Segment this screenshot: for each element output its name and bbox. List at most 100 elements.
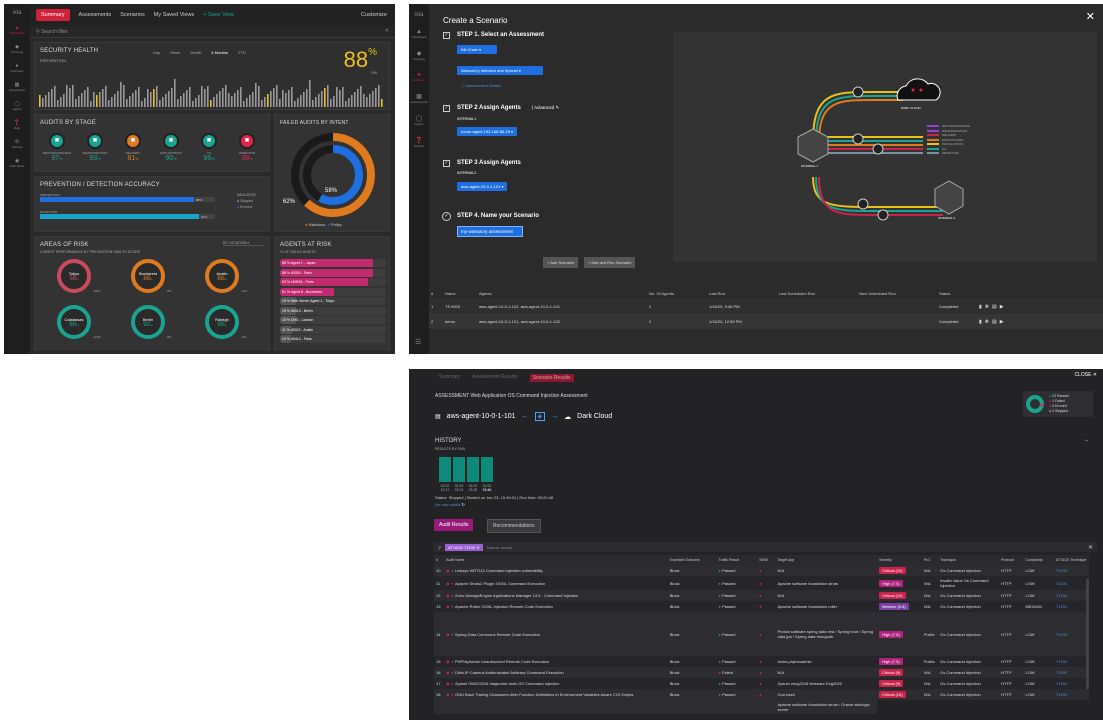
tab-assessment-results[interactable]: Assessment Results [472,374,517,382]
stage-item[interactable]: ■ RECONNAISSANCE 97% [39,133,75,162]
expand-icon[interactable]: › [452,681,453,686]
save-view-button[interactable]: + Save View [203,12,234,18]
recommendations-button[interactable]: Recommendations [487,519,541,533]
chart-icon[interactable]: ▮ [979,304,982,310]
agent-row[interactable]: 88 % d3000 - Paris [280,268,386,277]
column-header[interactable]: SIEM [757,555,775,565]
rail-item-scenarios[interactable]: ● Scenarios [4,63,30,73]
add-scenario-button[interactable]: + Add Scenario [543,257,579,268]
agent1-dropdown[interactable]: home-agent-192-168-86-25 ▾ [457,127,518,136]
location-filter[interactable]: BY LOCATION ▾ [223,241,263,246]
expand-icon[interactable]: › [452,581,453,586]
rail-item-settings[interactable]: ❓ Settings [409,137,429,148]
step2-checkbox[interactable]: ✓ [443,105,450,112]
rail-item-topology[interactable]: ◆ Topology [409,50,429,61]
city-item[interactable]: Tokyo 58% -51% [43,259,117,299]
column-header[interactable]: Complexity [1023,555,1053,565]
expand-icon[interactable]: › [452,692,453,697]
scrollbar[interactable] [1086,579,1089,689]
rail-item-dark-mode[interactable]: ◉ Dark Mode [4,158,30,168]
rail-item-settings[interactable]: ⚙ Settings [4,139,30,149]
agent2-dropdown[interactable]: aws-agent-10-0-1-101 ▾ [457,182,508,191]
step4-checkbox[interactable]: ✓ [442,212,451,221]
column-header[interactable]: Audit Name [444,555,668,565]
table-row[interactable]: 18 ◉ › GNU Bash Trailing Characters After F… [434,689,1089,700]
advanced-toggle[interactable]: | Advanced ✎ [532,105,559,111]
rail-item-agents[interactable]: ◯ Agents [409,115,429,126]
agent-row[interactable]: 83 % UDR45 - Paris [280,278,386,286]
tab-scenarios[interactable]: Scenarios [120,12,144,18]
step3-checkbox[interactable]: ✓ [443,160,450,167]
range-6-months[interactable]: 6 Months [211,50,227,55]
calendar-icon[interactable]: ▤ [992,304,997,310]
topology-icon[interactable]: ❋ [985,319,989,325]
column-header[interactable]: Protocol [999,555,1023,565]
assessment-type-dropdown[interactable]: Kill Chain ▾ [457,45,497,54]
close-button[interactable]: CLOSE ✕ [1074,372,1097,378]
menu-icon[interactable]: ☰ [415,338,421,346]
topology-icon[interactable]: ❋ [985,304,989,310]
range-week[interactable]: Week [170,50,180,55]
agent-row[interactable]: 15 % d2013 - Berlin [280,306,386,315]
table-row[interactable]: 12 ◉ › Zoho ManageEngine Applications Manag… [434,590,1089,601]
tab-summary[interactable]: Summary [439,374,460,382]
expand-icon[interactable]: › [452,568,453,573]
column-header[interactable]: Next Scheduled Run [857,288,937,299]
assessment-details-link[interactable]: ⓘ Assessment Details [461,83,501,89]
expand-icon[interactable]: › [452,632,453,637]
agent-row[interactable]: 11 % d3013 - Austin [280,325,386,334]
table-row[interactable]: 10 ◉ › Linksys WRT110 Command Injection vul… [434,565,1089,576]
range-month[interactable]: Month [190,50,201,55]
city-item[interactable]: Calabasas 86% +21% [43,305,117,345]
tab-saved-views[interactable]: My Saved Views [154,12,195,18]
city-item[interactable]: Berlin 92% 0% [117,305,191,345]
history-bar[interactable]: 01/22 15:46 [481,457,493,492]
history-bar[interactable]: 01/19 23:13 [453,457,465,492]
customize-button[interactable]: Customize [361,12,387,18]
rail-item-dashboard[interactable]: ▲ Dashboard [409,29,429,39]
expand-icon[interactable]: › [452,604,453,609]
table-row[interactable]: Apache software foundation struts / Orac… [434,700,1089,714]
agent-row[interactable]: 10 % d3414 - Paris [280,335,386,343]
column-header[interactable]: No. Of Agents [647,288,707,299]
column-header[interactable]: Severity [877,555,922,565]
expand-icon[interactable]: › [452,670,453,675]
column-header[interactable]: # [429,288,443,299]
filter-tag[interactable]: ATTACK T1190 ✕ [444,543,483,551]
no-new-audits-link[interactable]: No new audits ↻ [435,502,465,507]
assessment-dropdown[interactable]: WannaCry Infection and Spread ▾ [457,66,543,75]
rail-item-help[interactable]: ❓ Help [4,120,30,130]
agent-row[interactable]: 88 % Agent 1 - Japan [280,259,386,267]
rail-item-assessments[interactable]: ▩ Assessments [409,93,429,104]
history-bar[interactable]: 01/19 22:47 [439,457,451,492]
range-ytd[interactable]: YTD [238,50,246,55]
table-row[interactable]: 2 demo aws-agent-10-0-1-101, aws-agent-10-… [429,314,1103,329]
column-header[interactable]: Status [937,288,977,299]
table-row[interactable]: 17 ◉ › Zpanel 09/02/2016 diagnostic tools O… [434,678,1089,689]
city-item[interactable]: Austin 88% +0% [191,259,265,299]
tab-assessments[interactable]: Assessments [79,12,112,18]
clear-filter-icon[interactable]: ✕ [1088,544,1093,551]
expand-icon[interactable]: › [452,659,453,664]
rail-item-topology[interactable]: ◆ Topology [4,44,30,54]
table-row[interactable]: 13 ◉ › Apache Roller OGNL Injection Remote … [434,601,1089,612]
rail-item-dashboard[interactable]: ▲ Dashboard [4,25,30,35]
step1-checkbox[interactable]: ✓ [443,32,450,39]
stage-item[interactable]: ■ DELIVERY 81% [115,133,151,162]
agent-row[interactable]: 15 % Web Server Agent 1 - Tokyo [280,297,386,305]
close-icon[interactable]: ✕ [1086,10,1095,23]
play-icon[interactable]: ▶ [1000,319,1004,325]
scenario-name-input[interactable]: my wannacry assessment [457,226,523,237]
column-header[interactable]: Name [443,288,477,299]
history-bar[interactable]: 01/19 23:35 [467,457,479,492]
table-row[interactable]: 11 ◉ › Apache Struts2 Plugin OGNL Command E… [434,576,1089,590]
search-input[interactable]: Search filter [41,29,68,35]
table-row[interactable]: 1 TS 6003 aws-agent-10-0-1-102, aws-agent-… [429,299,1103,314]
narrow-results-input[interactable]: Narrow results [487,545,513,550]
rail-item-assessment[interactable]: ▩ Assessment [4,82,30,92]
tab-summary[interactable]: Summary [36,9,70,21]
table-row[interactable]: 16 ◉ › Dlink IP Camera Authenticated Arbitr… [434,667,1089,678]
add-run-scenario-button[interactable]: + Add and Run Scenario [584,257,636,268]
column-header[interactable]: Expected Outcome [668,555,717,565]
calendar-icon[interactable]: ▤ [992,319,997,325]
